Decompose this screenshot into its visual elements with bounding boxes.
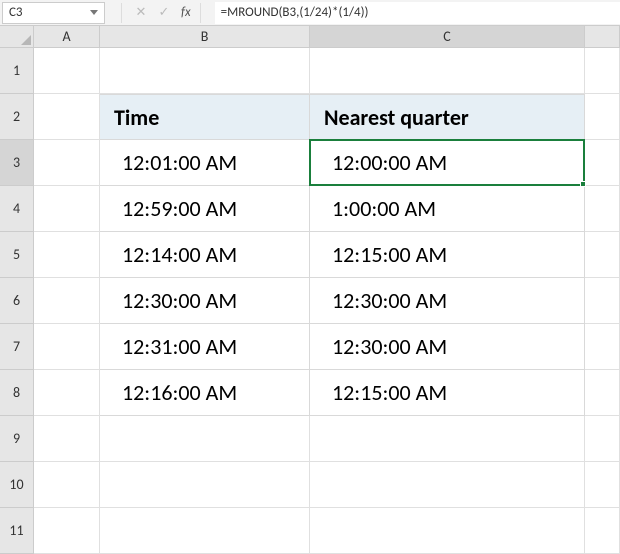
row-11: 11 — [0, 508, 620, 554]
cell-D4[interactable] — [585, 186, 620, 232]
cell-B10[interactable] — [100, 462, 310, 508]
cell-B6[interactable]: 12:30:00 AM — [100, 278, 310, 324]
row-header-9[interactable]: 9 — [0, 416, 34, 462]
cell-value: 1:00:00 AM — [310, 186, 584, 231]
col-header-D[interactable] — [585, 26, 620, 48]
row-header-3[interactable]: 3 — [0, 140, 34, 186]
row-header-6[interactable]: 6 — [0, 278, 34, 324]
cell-value: 12:30:00 AM — [100, 278, 309, 323]
cell-A10[interactable] — [34, 462, 100, 508]
cell-B1[interactable] — [100, 48, 310, 94]
row-8: 8 12:16:00 AM 12:15:00 AM — [0, 370, 620, 416]
cell-A11[interactable] — [34, 508, 100, 554]
cell-value: 12:01:00 AM — [100, 140, 309, 185]
row-header-11[interactable]: 11 — [0, 508, 34, 554]
cell-B11[interactable] — [100, 508, 310, 554]
row-9: 9 — [0, 416, 620, 462]
cell-A1[interactable] — [34, 48, 100, 94]
cell-A6[interactable] — [34, 278, 100, 324]
formula-bar: C3 ✕ ✓ fx =MROUND(B3,(1/24)*(1/4)) — [0, 0, 620, 26]
row-header-7[interactable]: 7 — [0, 324, 34, 370]
cell-C5[interactable]: 12:15:00 AM — [310, 232, 585, 278]
cell-B9[interactable] — [100, 416, 310, 462]
col-header-B[interactable]: B — [100, 26, 310, 48]
cell-B4[interactable]: 12:59:00 AM — [100, 186, 310, 232]
row-2: 2 Time Nearest quarter — [0, 94, 620, 140]
row-6: 6 12:30:00 AM 12:30:00 AM — [0, 278, 620, 324]
cell-A8[interactable] — [34, 370, 100, 416]
cell-value: 12:00:00 AM — [310, 140, 584, 185]
cell-C7[interactable]: 12:30:00 AM — [310, 324, 585, 370]
cell-D5[interactable] — [585, 232, 620, 278]
cell-A7[interactable] — [34, 324, 100, 370]
row-header-5[interactable]: 5 — [0, 232, 34, 278]
row-4: 4 12:59:00 AM 1:00:00 AM — [0, 186, 620, 232]
row-header-2[interactable]: 2 — [0, 94, 34, 140]
cell-C3[interactable]: 12:00:00 AM — [310, 140, 585, 186]
spreadsheet-grid: A B C 1 2 Time Nearest quarter 3 12:01:0… — [0, 26, 620, 554]
row-header-8[interactable]: 8 — [0, 370, 34, 416]
fx-icon[interactable]: fx — [181, 5, 191, 20]
cell-C1[interactable] — [310, 48, 585, 94]
cell-A4[interactable] — [34, 186, 100, 232]
cell-C10[interactable] — [310, 462, 585, 508]
cell-value: 12:15:00 AM — [310, 232, 584, 277]
name-box-dropdown-icon[interactable] — [90, 10, 98, 15]
cell-value: 12:15:00 AM — [310, 370, 584, 415]
cell-value: 12:31:00 AM — [100, 324, 309, 369]
cell-C2[interactable]: Nearest quarter — [310, 94, 585, 140]
row-5: 5 12:14:00 AM 12:15:00 AM — [0, 232, 620, 278]
cell-D6[interactable] — [585, 278, 620, 324]
cell-C4[interactable]: 1:00:00 AM — [310, 186, 585, 232]
cell-C9[interactable] — [310, 416, 585, 462]
cell-D11[interactable] — [585, 508, 620, 554]
cell-C6[interactable]: 12:30:00 AM — [310, 278, 585, 324]
formula-buttons: ✕ ✓ fx — [115, 3, 207, 23]
cell-D8[interactable] — [585, 370, 620, 416]
row-10: 10 — [0, 462, 620, 508]
cell-D3[interactable] — [585, 140, 620, 186]
cell-B5[interactable]: 12:14:00 AM — [100, 232, 310, 278]
cell-value: 12:30:00 AM — [310, 324, 584, 369]
cell-D7[interactable] — [585, 324, 620, 370]
cell-A9[interactable] — [34, 416, 100, 462]
row-1: 1 — [0, 48, 620, 94]
row-header-10[interactable]: 10 — [0, 462, 34, 508]
confirm-icon[interactable]: ✓ — [154, 3, 174, 23]
row-3: 3 12:01:00 AM 12:00:00 AM — [0, 140, 620, 186]
cell-value: 12:59:00 AM — [100, 186, 309, 231]
col-header-C[interactable]: C — [310, 26, 585, 48]
cell-B7[interactable]: 12:31:00 AM — [100, 324, 310, 370]
cell-value: 12:16:00 AM — [100, 370, 309, 415]
cell-C8[interactable]: 12:15:00 AM — [310, 370, 585, 416]
cell-D10[interactable] — [585, 462, 620, 508]
header-time: Time — [100, 95, 309, 139]
name-box[interactable]: C3 — [2, 2, 105, 24]
column-headers: A B C — [0, 26, 620, 48]
header-quarter: Nearest quarter — [310, 95, 584, 139]
col-header-A[interactable]: A — [34, 26, 100, 48]
cell-D2[interactable] — [585, 94, 620, 140]
formula-input[interactable]: =MROUND(B3,(1/24)*(1/4)) — [215, 2, 620, 24]
cell-A3[interactable] — [34, 140, 100, 186]
cell-B3[interactable]: 12:01:00 AM — [100, 140, 310, 186]
cell-D9[interactable] — [585, 416, 620, 462]
row-7: 7 12:31:00 AM 12:30:00 AM — [0, 324, 620, 370]
cell-reference: C3 — [9, 5, 23, 20]
cell-value: 12:14:00 AM — [100, 232, 309, 277]
cancel-icon[interactable]: ✕ — [131, 3, 151, 23]
formula-text: =MROUND(B3,(1/24)*(1/4)) — [221, 5, 369, 20]
cell-C11[interactable] — [310, 508, 585, 554]
cell-B8[interactable]: 12:16:00 AM — [100, 370, 310, 416]
cell-A2[interactable] — [34, 94, 100, 140]
select-all-corner[interactable] — [0, 26, 34, 48]
cell-D1[interactable] — [585, 48, 620, 94]
cell-A5[interactable] — [34, 232, 100, 278]
row-header-4[interactable]: 4 — [0, 186, 34, 232]
cell-B2[interactable]: Time — [100, 94, 310, 140]
row-header-1[interactable]: 1 — [0, 48, 34, 94]
cell-value: 12:30:00 AM — [310, 278, 584, 323]
